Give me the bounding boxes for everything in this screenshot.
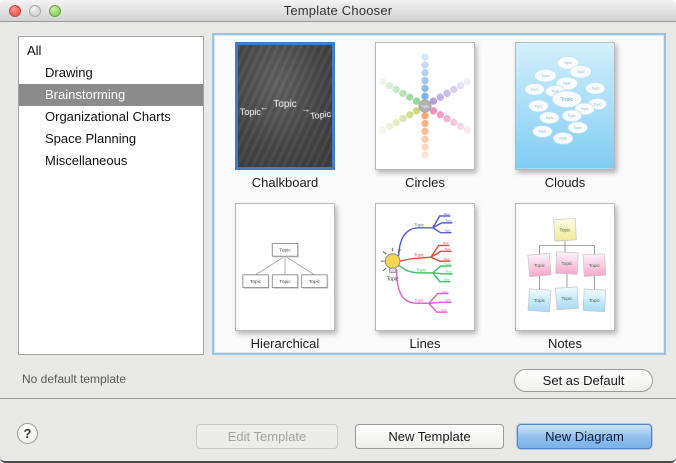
- help-button[interactable]: ?: [17, 423, 38, 444]
- template-clouds[interactable]: Topic Topic Topic Topic Topic Topic Topi…: [495, 42, 635, 190]
- sidebar-item-miscellaneous[interactable]: Miscellaneous: [19, 150, 203, 172]
- topic-label: Topic: [589, 263, 601, 268]
- topic-label: Topic: [568, 114, 576, 118]
- topic-label: Topic: [416, 268, 426, 273]
- topic-label: Topic: [534, 298, 546, 303]
- topic-label: Topic: [580, 107, 588, 111]
- topic-label: Topic: [563, 82, 571, 86]
- circles-art: Topic: [376, 43, 474, 169]
- topic-label: Topic: [444, 262, 451, 266]
- topic-label: Topic: [279, 248, 291, 254]
- topic-label: Topic: [387, 277, 399, 283]
- circles-thumbnail[interactable]: Topic: [375, 42, 475, 170]
- template-hierarchical[interactable]: Topic Topic Topic Topic Hierarchical: [215, 203, 355, 351]
- template-name: Chalkboard: [215, 175, 355, 190]
- notes-art: Topic Topic Topic Topic Topic Topic Topi…: [516, 204, 614, 330]
- topic-label: Topic: [561, 296, 573, 301]
- topic-label: Topic: [538, 130, 546, 134]
- template-name: Notes: [495, 336, 635, 351]
- topic-label: Topic: [545, 116, 553, 120]
- topic-label: Topic: [414, 252, 424, 257]
- sidebar-item-organizational-charts[interactable]: Organizational Charts: [19, 106, 203, 128]
- template-chooser-window: Template Chooser All Drawing Brainstormi…: [0, 0, 676, 463]
- topic-label: Topic: [414, 298, 424, 303]
- sidebar-item-all[interactable]: All: [19, 40, 203, 62]
- topic-label: Topic: [574, 126, 582, 130]
- lines-thumbnail[interactable]: Topic Topic Topic Topic Topic Topic Topi…: [375, 203, 475, 331]
- topic-label: Topic: [577, 70, 585, 74]
- template-name: Clouds: [495, 175, 635, 190]
- topic-label: Topic: [561, 97, 574, 103]
- topic-label: Topic: [560, 228, 572, 233]
- topic-label: Topic: [534, 104, 542, 108]
- set-as-default-button[interactable]: Set as Default: [514, 369, 653, 392]
- topic-label: Topic: [589, 298, 601, 303]
- topic-label: Topic: [593, 102, 601, 106]
- template-grid: Topic ← → Topic Topic Chalkboard: [212, 33, 666, 355]
- topic-label: Topic: [561, 261, 573, 266]
- sidebar-item-space-planning[interactable]: Space Planning: [19, 128, 203, 150]
- topic-label: Topic: [444, 247, 451, 251]
- no-default-template-text: No default template: [22, 372, 126, 386]
- topic-label: Topic: [442, 241, 449, 245]
- sidebar-item-brainstorming[interactable]: Brainstorming: [19, 84, 203, 106]
- topic-label: Topic: [591, 87, 599, 91]
- topic-label: Topic: [421, 104, 429, 108]
- window-title: Template Chooser: [0, 3, 676, 18]
- edit-template-button: Edit Template: [196, 424, 338, 449]
- lines-art: Topic Topic Topic Topic Topic Topic Topi…: [376, 204, 474, 330]
- topic-label: Topic: [279, 279, 291, 285]
- new-template-button[interactable]: New Template: [355, 424, 504, 449]
- topic-label: Topic: [551, 90, 559, 94]
- topic-label: Topic: [250, 279, 262, 285]
- template-notes[interactable]: Topic Topic Topic Topic Topic Topic Topi…: [495, 203, 635, 351]
- topic-label: Topic: [534, 263, 546, 268]
- template-name: Hierarchical: [215, 336, 355, 351]
- topic-label: Topic: [309, 279, 321, 285]
- template-name: Circles: [355, 175, 495, 190]
- topic-label: Topic: [443, 212, 450, 216]
- hierarchical-thumbnail[interactable]: Topic Topic Topic Topic: [235, 203, 335, 331]
- topic-label: Topic: [443, 257, 450, 261]
- footer-divider: [0, 398, 676, 399]
- topic-label: Topic: [414, 222, 424, 227]
- notes-thumbnail[interactable]: Topic Topic Topic Topic Topic Topic Topi…: [515, 203, 615, 331]
- titlebar[interactable]: Template Chooser: [0, 0, 676, 22]
- new-diagram-button[interactable]: New Diagram: [517, 424, 652, 449]
- clouds-thumbnail[interactable]: Topic Topic Topic Topic Topic Topic Topi…: [515, 42, 615, 170]
- topic-label: Topic: [441, 289, 448, 293]
- topic-label: Topic: [310, 108, 332, 120]
- topic-label: Topic: [444, 229, 451, 233]
- topic-label: Topic: [443, 278, 450, 282]
- topic-label: Topic: [240, 107, 261, 117]
- clouds-art: Topic Topic Topic Topic Topic Topic Topi…: [516, 43, 614, 169]
- template-lines[interactable]: Topic Topic Topic Topic Topic Topic Topi…: [355, 203, 495, 351]
- template-chalkboard[interactable]: Topic ← → Topic Topic Chalkboard: [215, 42, 355, 190]
- chalkboard-thumbnail[interactable]: Topic ← → Topic Topic: [235, 42, 335, 170]
- template-name: Lines: [355, 336, 495, 351]
- sidebar-item-drawing[interactable]: Drawing: [19, 62, 203, 84]
- category-list: All Drawing Brainstorming Organizational…: [18, 36, 204, 355]
- topic-label: Topic: [541, 74, 549, 78]
- topic-label: Topic: [564, 61, 572, 65]
- topic-label: Topic: [273, 99, 296, 110]
- topic-label: Topic: [445, 219, 452, 223]
- topic-label: Topic: [559, 137, 567, 141]
- chalkboard-art: Topic ← → Topic Topic: [238, 45, 332, 167]
- topic-label: Topic: [531, 88, 539, 92]
- topic-label: Topic: [445, 270, 452, 274]
- hierarchical-art: Topic Topic Topic Topic: [236, 204, 334, 330]
- template-circles[interactable]: Topic Circles: [355, 42, 495, 190]
- topic-label: Topic: [440, 308, 447, 312]
- topic-label: Topic: [444, 298, 451, 302]
